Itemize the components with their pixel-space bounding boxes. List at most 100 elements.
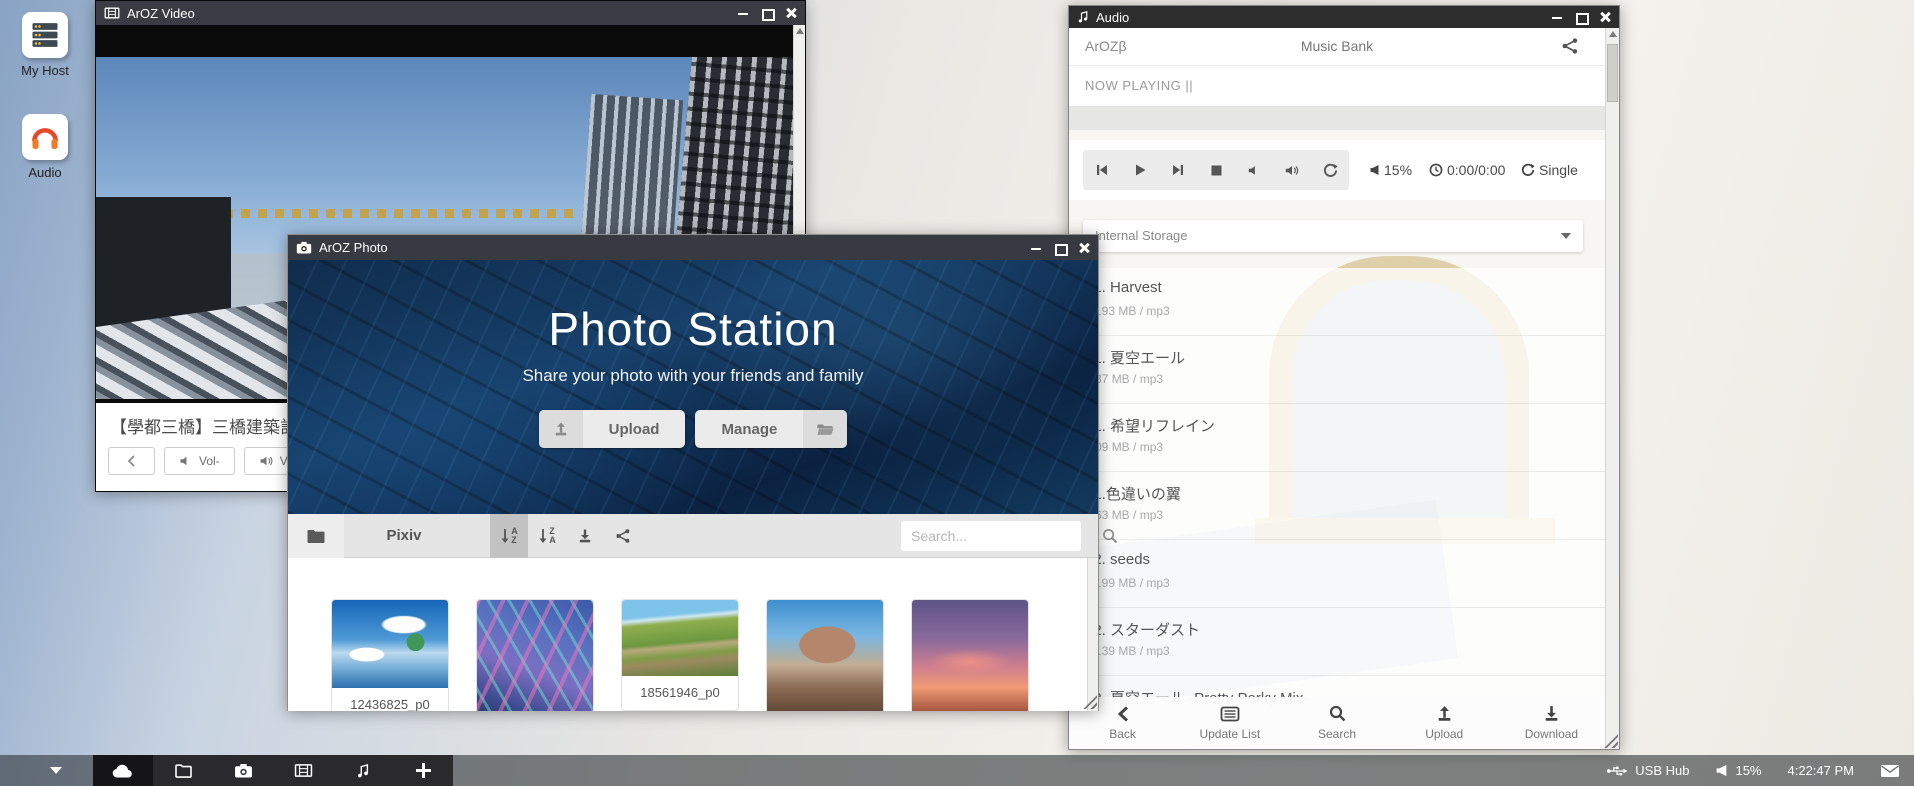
taskbar-caret-icon[interactable]: [50, 767, 62, 774]
photo-thumbnail[interactable]: [476, 599, 594, 711]
search-input[interactable]: [901, 528, 1102, 544]
photo-scrollbar[interactable]: [1087, 558, 1098, 711]
taskbar-item-cloud[interactable]: [93, 755, 153, 786]
close-button[interactable]: [1599, 11, 1611, 23]
envelope-icon: [1880, 764, 1900, 778]
speaker-high-icon: [259, 455, 274, 467]
minimize-button[interactable]: [737, 7, 749, 19]
taskbar-item-photo[interactable]: [213, 755, 273, 786]
video-prev-button[interactable]: [108, 447, 155, 475]
stop-button[interactable]: [1197, 150, 1235, 190]
scrollbar-thumb[interactable]: [1607, 44, 1618, 102]
volume-tray-item[interactable]: 15%: [1715, 763, 1761, 778]
photo-thumbnail[interactable]: [911, 599, 1029, 711]
folder-open-icon: [803, 410, 847, 448]
action-label: Back: [1109, 727, 1136, 741]
camera-icon: [296, 241, 312, 254]
search-button[interactable]: Search: [1283, 697, 1390, 749]
track-title: 01.色違いの翼: [1085, 483, 1181, 504]
download-button[interactable]: Download: [1498, 697, 1605, 749]
track-row[interactable]: 01. 夏空エール 9.37 MB / mp3: [1069, 336, 1605, 404]
clock-tray-item[interactable]: 4:22:47 PM: [1788, 763, 1855, 778]
volume-down-button[interactable]: [1235, 150, 1273, 190]
scroll-up-icon[interactable]: [1609, 31, 1617, 37]
track-row[interactable]: 01.色違いの翼 9.63 MB / mp3: [1069, 472, 1605, 540]
sort-za-button[interactable]: ZA: [528, 514, 566, 558]
upload-button[interactable]: Upload: [1391, 697, 1498, 749]
manage-label: Manage: [695, 410, 803, 448]
storage-dropdown-value: Internal Storage: [1095, 228, 1188, 243]
usb-hub-label: USB Hub: [1635, 763, 1689, 778]
photo-grid: 12436825_p0 18561946_p0: [288, 558, 1089, 711]
audio-scrollbar[interactable]: [1605, 28, 1619, 749]
scroll-up-icon[interactable]: [796, 28, 804, 34]
desktop-icon-my-host[interactable]: My Host: [6, 12, 84, 78]
minimize-button[interactable]: [1551, 11, 1563, 23]
update-list-button[interactable]: Update List: [1176, 697, 1283, 749]
track-row[interactable]: 02. seeds 12.99 MB / mp3: [1069, 540, 1605, 608]
desktop-icon-label: Audio: [6, 165, 84, 180]
close-button[interactable]: [1078, 242, 1090, 254]
photo-image: [622, 600, 738, 676]
desktop-icon-audio[interactable]: Audio: [6, 114, 84, 180]
volume-up-button[interactable]: [1273, 150, 1311, 190]
photo-image: [912, 600, 1028, 711]
photo-thumbnail[interactable]: 18561946_p0: [621, 599, 739, 711]
volume-down-button[interactable]: Vol-: [164, 447, 235, 475]
track-title: 01. 希望リフレイン: [1085, 415, 1215, 436]
photo-window: ArOZ Photo Photo Station Share your phot…: [287, 234, 1099, 711]
taskbar-item-video[interactable]: [273, 755, 333, 786]
track-row[interactable]: 01. Harvest 10.93 MB / mp3: [1069, 268, 1605, 336]
folder-button[interactable]: [288, 514, 344, 558]
download-icon: [577, 528, 593, 544]
storage-dropdown[interactable]: Internal Storage: [1083, 220, 1583, 252]
audio-window-titlebar[interactable]: Audio: [1069, 6, 1619, 28]
maximize-button[interactable]: [1575, 11, 1587, 23]
desktop-wallpaper: My Host Audio ArOZ Video: [0, 0, 1914, 786]
share-button[interactable]: [604, 514, 642, 558]
messages-tray-item[interactable]: [1880, 764, 1900, 778]
audio-header: ArOZβ Music Bank: [1069, 28, 1605, 66]
maximize-button[interactable]: [761, 7, 773, 19]
close-button[interactable]: [785, 7, 797, 19]
sort-az-button[interactable]: AZ: [490, 514, 528, 558]
refresh-button[interactable]: [1311, 150, 1349, 190]
camera-icon: [234, 763, 253, 778]
taskbar-item-add[interactable]: [393, 755, 453, 786]
taskbar-item-music[interactable]: [333, 755, 393, 786]
folder-icon: [306, 528, 326, 544]
track-row[interactable]: 02. スターダスト 12.39 MB / mp3: [1069, 608, 1605, 676]
upload-button[interactable]: Upload: [539, 410, 686, 448]
audio-window-body: ArOZβ Music Bank NOW PLAYING ||: [1069, 28, 1619, 749]
minimize-button[interactable]: [1030, 242, 1042, 254]
film-icon: [294, 763, 313, 778]
usb-hub-tray-item[interactable]: USB Hub: [1606, 763, 1689, 778]
search-icon[interactable]: [1102, 528, 1118, 544]
video-window-titlebar[interactable]: ArOZ Video: [96, 1, 805, 25]
taskbar-item-files[interactable]: [153, 755, 213, 786]
photo-thumbnail[interactable]: [766, 599, 884, 711]
seek-bar[interactable]: [1069, 106, 1605, 130]
skip-previous-button[interactable]: [1083, 150, 1121, 190]
photo-station-subtitle: Share your photo with your friends and f…: [288, 366, 1098, 386]
play-mode-toggle[interactable]: Single: [1521, 150, 1578, 190]
download-button[interactable]: [566, 514, 604, 558]
taskbar: USB Hub 15% 4:22:47 PM: [0, 755, 1914, 786]
folder-icon: [174, 763, 193, 778]
track-row[interactable]: 01. 希望リフレイン 9.09 MB / mp3: [1069, 404, 1605, 472]
maximize-button[interactable]: [1054, 242, 1066, 254]
upload-icon: [539, 410, 583, 448]
photo-image: [767, 600, 883, 711]
play-button[interactable]: [1121, 150, 1159, 190]
volume-level: 15%: [1735, 763, 1761, 778]
manage-button[interactable]: Manage: [695, 410, 847, 448]
music-bank-label: Music Bank: [1069, 38, 1605, 54]
photo-thumbnail[interactable]: 12436825_p0: [331, 599, 449, 711]
photo-window-titlebar[interactable]: ArOZ Photo: [288, 235, 1098, 260]
share-icon[interactable]: [1561, 37, 1579, 55]
headphones-icon: [22, 114, 68, 160]
photo-station-title: Photo Station: [288, 302, 1098, 356]
audio-window: Audio ArOZβ Music Bank: [1068, 5, 1620, 750]
time-display: 0:00/0:00: [1447, 162, 1505, 178]
skip-next-button[interactable]: [1159, 150, 1197, 190]
